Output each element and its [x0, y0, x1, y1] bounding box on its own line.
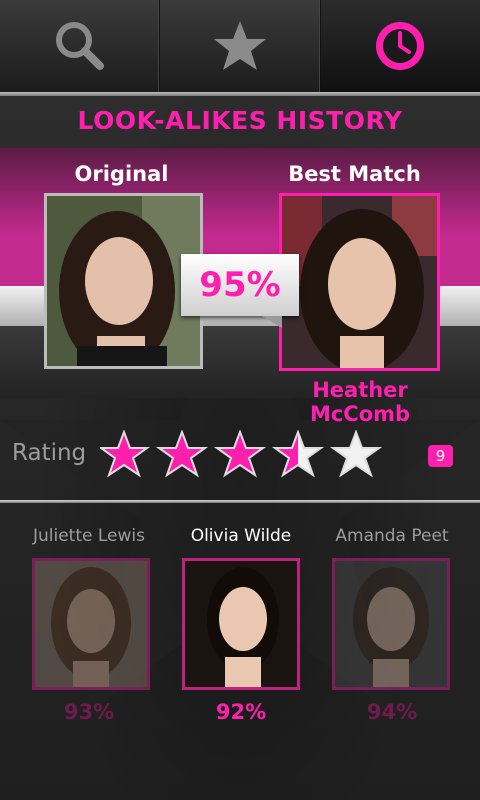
best-match-photo[interactable]: [279, 193, 440, 371]
star-4-icon[interactable]: [271, 429, 325, 478]
star-icon: [213, 21, 266, 70]
star-1-icon[interactable]: [97, 429, 151, 478]
star-5-icon[interactable]: [329, 429, 383, 478]
rating-label: Rating: [12, 440, 87, 466]
tab-favorites[interactable]: [160, 0, 321, 92]
candidate-3-name: Amanda Peet: [335, 526, 449, 546]
candidate-2-photo[interactable]: [182, 558, 300, 690]
tab-bar-indicator: [0, 92, 480, 96]
candidate-2-name: Olivia Wilde: [190, 526, 292, 546]
candidate-3-percent: 94%: [366, 700, 418, 724]
candidate-2-percent: 92%: [215, 700, 267, 724]
best-match-label: Best Match: [288, 162, 421, 186]
star-2-icon[interactable]: [155, 429, 209, 478]
original-photo[interactable]: [44, 193, 203, 369]
star-3-icon[interactable]: [213, 429, 267, 478]
best-match-name[interactable]: Heather McComb: [260, 378, 460, 426]
search-icon: [55, 22, 104, 70]
tab-search[interactable]: [0, 0, 161, 92]
candidate-1-photo[interactable]: [32, 558, 150, 690]
section-divider: [0, 500, 480, 503]
ribbon-tip: [262, 316, 282, 328]
page-title: LOOK-ALIKES HISTORY: [77, 106, 403, 135]
rating-count-badge: 9: [428, 445, 453, 467]
rating-stars[interactable]: [97, 429, 390, 486]
candidate-1-percent: 93%: [63, 700, 115, 724]
tab-history[interactable]: [320, 0, 480, 92]
original-label: Original: [74, 162, 169, 186]
match-percent-ribbon: 95%: [181, 254, 299, 316]
clock-icon: [376, 22, 425, 70]
candidate-3-photo[interactable]: [332, 558, 450, 690]
tab-bar: [0, 0, 480, 92]
candidate-1-name: Juliette Lewis: [32, 526, 145, 546]
